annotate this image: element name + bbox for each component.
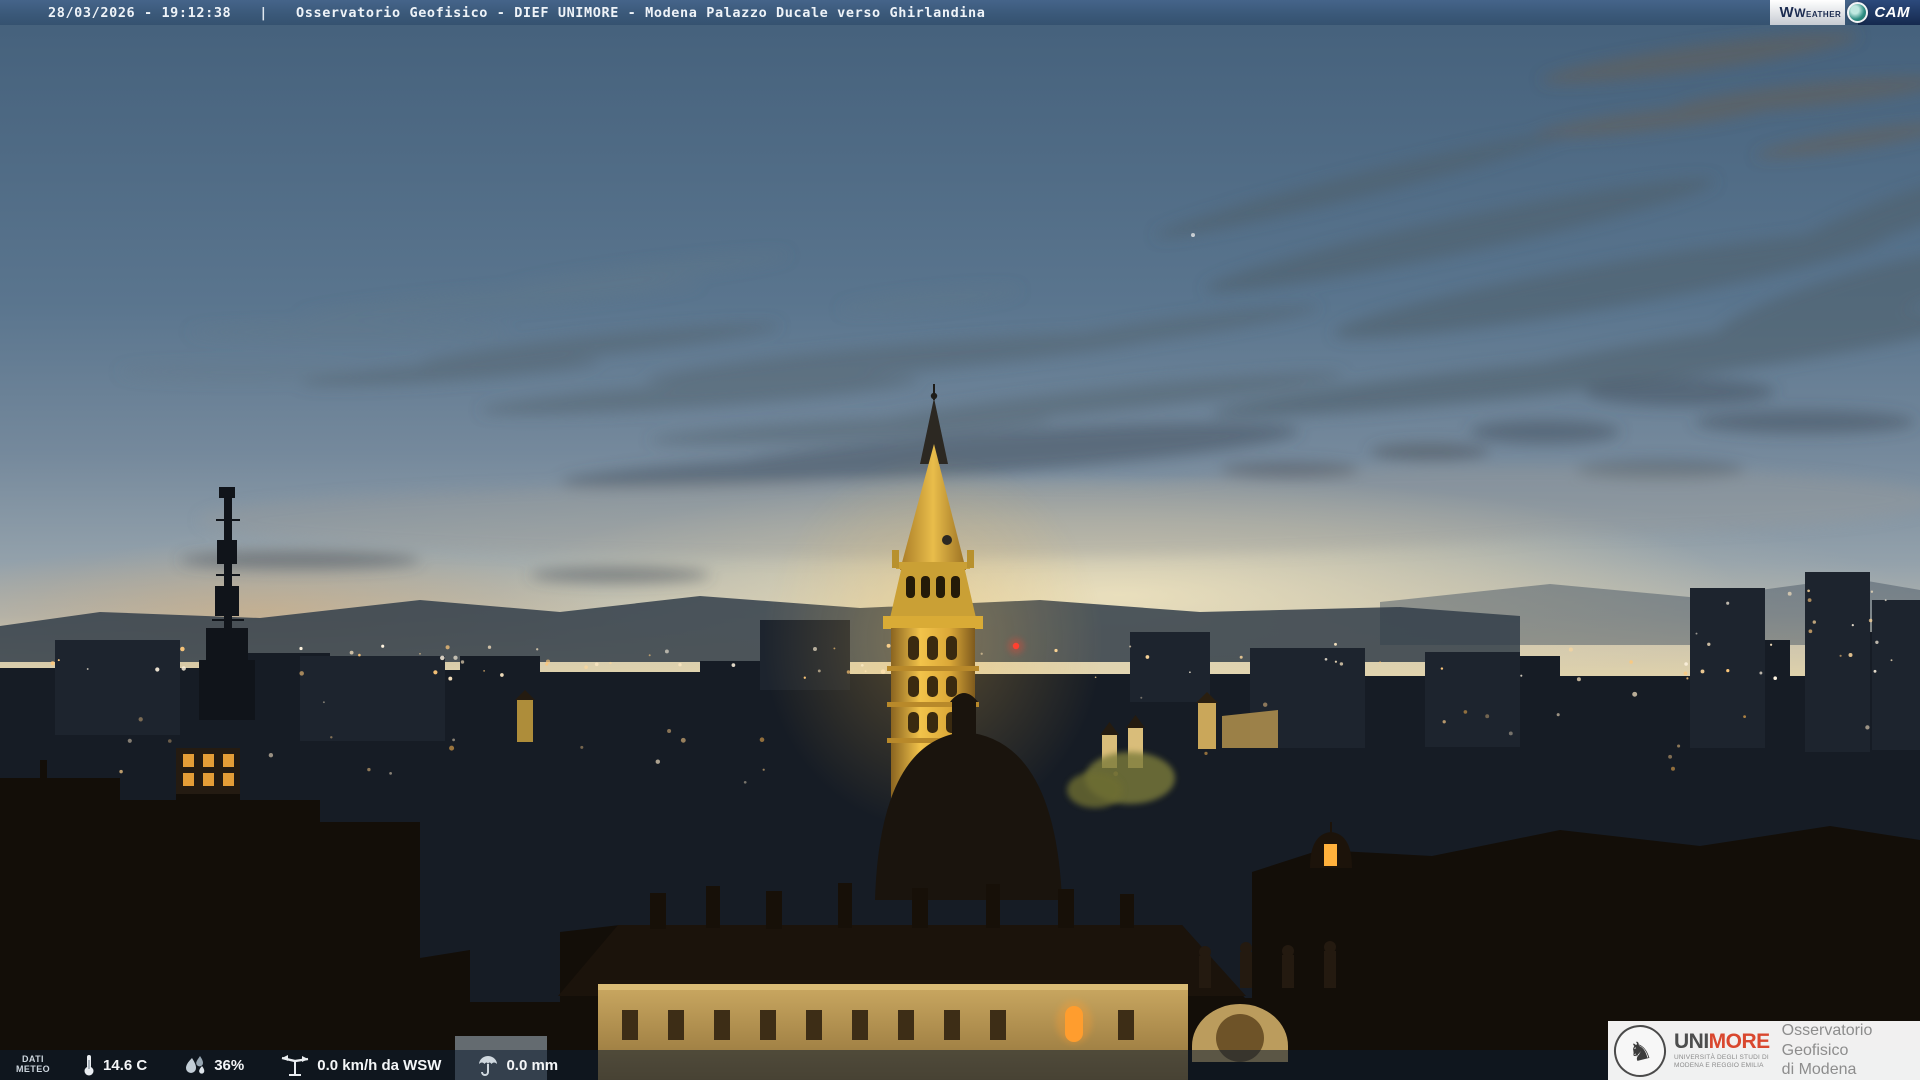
humidity-reading: 36% <box>183 1055 244 1075</box>
unimore-subtitle: UNIVERSITÀ DEGLI STUDI DI MODENA E REGGI… <box>1674 1054 1770 1070</box>
weathercam-logo: WWeather CAM <box>1770 0 1920 25</box>
unimore-seal-icon: ♞ <box>1608 1021 1671 1080</box>
observatory-name: Osservatorio Geofisico di Modena <box>1782 1021 1920 1080</box>
timestamp: 28/03/2026 - 19:12:38 <box>48 5 231 21</box>
top-info-bar: 28/03/2026 - 19:12:38 | Osservatorio Geo… <box>0 0 1920 25</box>
webcam-photo <box>0 0 1920 1080</box>
humidity-icon <box>183 1055 207 1075</box>
wind-reading: 0.0 km/h da WSW <box>280 1054 441 1076</box>
umbrella-icon <box>477 1054 499 1076</box>
dati-meteo-badge: DATI METEO <box>16 1055 50 1075</box>
page-title: Osservatorio Geofisico - DIEF UNIMORE - … <box>296 5 986 21</box>
temperature-value: 14.6 C <box>103 1057 147 1074</box>
wind-vane-icon <box>280 1054 310 1076</box>
thermometer-icon <box>82 1054 96 1076</box>
humidity-value: 36% <box>214 1057 244 1074</box>
unimore-logo-box: ♞ UNIMORE UNIVERSITÀ DEGLI STUDI DI MODE… <box>1608 1021 1920 1080</box>
rain-value: 0.0 mm <box>506 1057 558 1074</box>
weathercam-weather-label: Weather <box>1794 6 1841 20</box>
vent-building <box>176 748 240 794</box>
separator: | <box>259 5 268 21</box>
rain-reading: 0.0 mm <box>477 1054 558 1076</box>
unimore-wordmark: UNIMORE <box>1674 1031 1770 1052</box>
webcam-page: 28/03/2026 - 19:12:38 | Osservatorio Geo… <box>0 0 1920 1080</box>
temperature-reading: 14.6 C <box>82 1054 147 1076</box>
wind-value: 0.0 km/h da WSW <box>317 1057 441 1074</box>
